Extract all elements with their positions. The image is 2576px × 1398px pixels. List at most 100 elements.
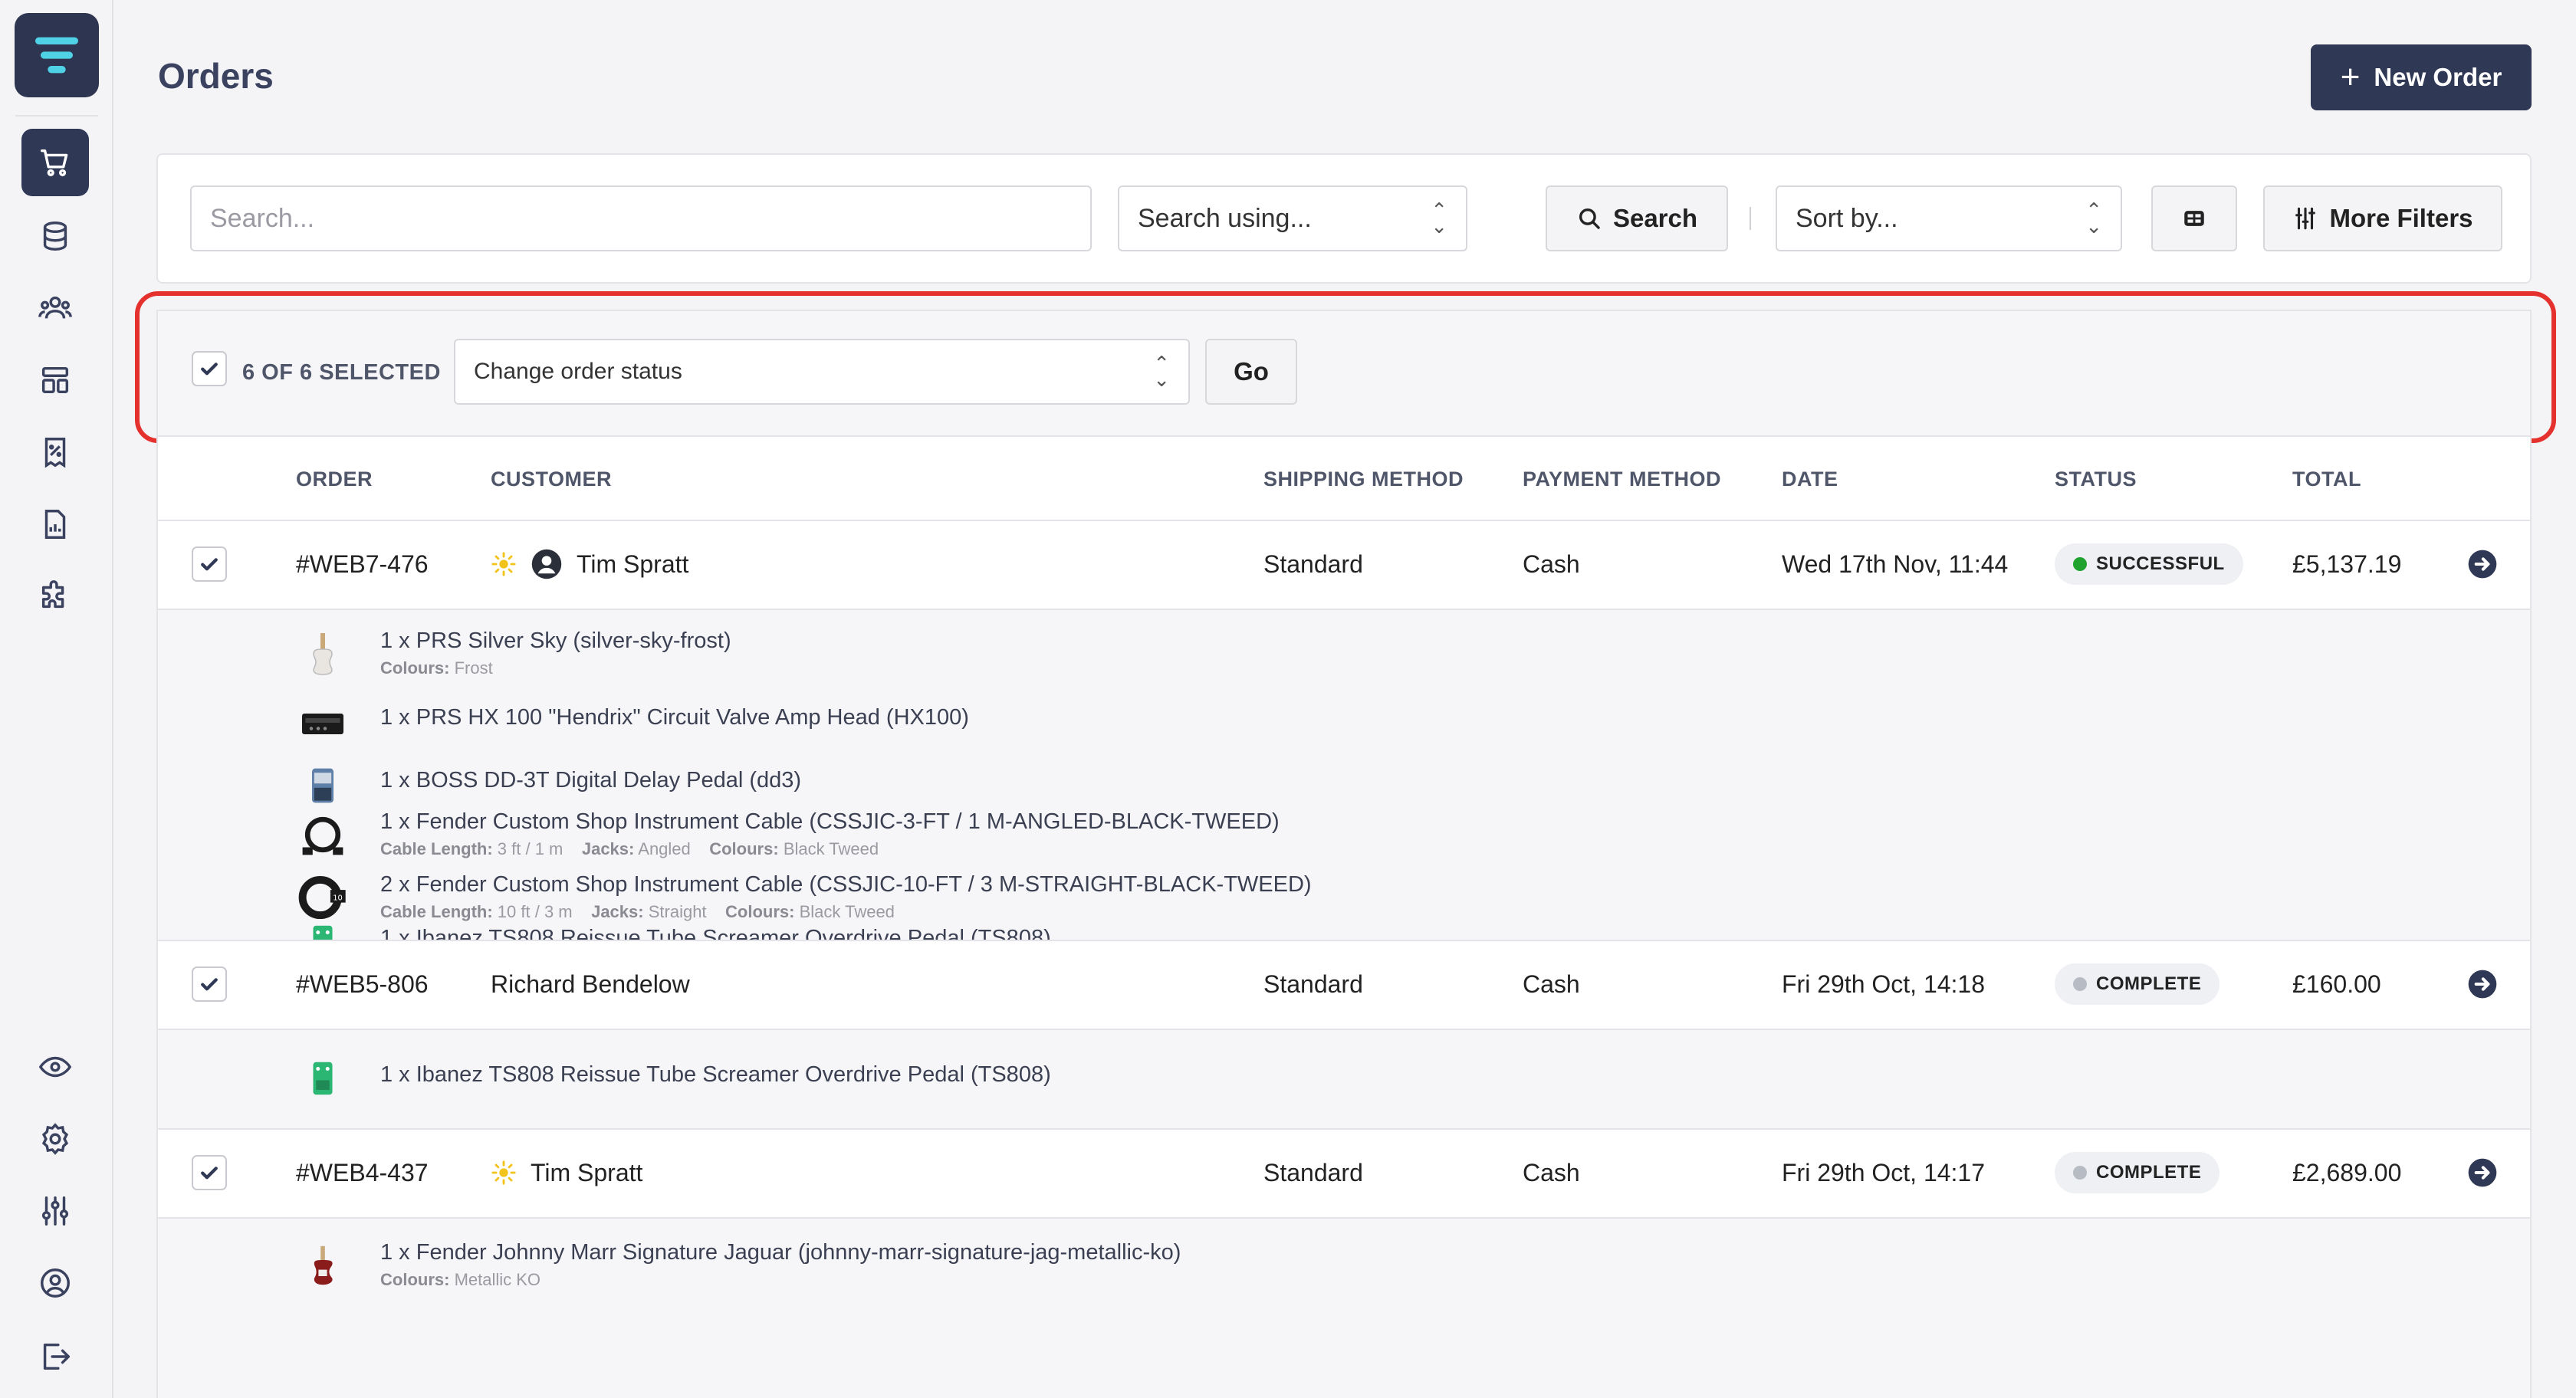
view-order-button[interactable]	[2467, 1130, 2498, 1216]
item-name: 1 x PRS Silver Sky (silver-sky-frost)	[380, 628, 731, 653]
item-text: 1 x PRS HX 100 "Hendrix" Circuit Valve A…	[380, 705, 969, 730]
user-circle-icon	[41, 1268, 70, 1298]
order-items-list: 1 x Fender Johnny Marr Signature Jaguar …	[158, 1219, 2530, 1398]
sidebar-item-orders[interactable]	[21, 129, 89, 196]
order-ref[interactable]: #WEB4-437	[296, 1130, 429, 1216]
bulk-action-select[interactable]: Change order status ⌃ ⌄	[454, 339, 1190, 405]
sidebar-divider	[15, 115, 98, 116]
customer-name[interactable]: Richard Bendelow	[491, 941, 690, 1027]
check-icon	[201, 363, 218, 376]
column-header-date[interactable]: DATE	[1782, 468, 1838, 491]
item-text: 1 x BOSS DD-3T Digital Delay Pedal (dd3)	[380, 768, 801, 793]
item-options: Colours: Metallic KO	[380, 1270, 541, 1289]
sidebar-item-logout[interactable]	[21, 1323, 89, 1390]
payment-method: Cash	[1523, 970, 1580, 998]
select-all-checkbox[interactable]	[192, 351, 227, 386]
sun-icon	[491, 1160, 516, 1185]
customer-name: Tim Spratt	[577, 550, 689, 578]
column-header-payment[interactable]: PAYMENT METHOD	[1523, 468, 1721, 491]
view-order-button[interactable]	[2467, 941, 2498, 1027]
status-cell: COMPLETE	[2055, 941, 2220, 1027]
sidebar-item-discounts[interactable]	[21, 418, 89, 486]
selection-count: 6 OF 6 SELECTED	[242, 360, 441, 385]
item-options: Cable Length: 10 ft / 3 m Jacks: Straigh…	[380, 902, 895, 921]
item-text: 1 x Ibanez TS808 Reissue Tube Screamer O…	[380, 1062, 1051, 1088]
sidebar-item-customers[interactable]	[21, 274, 89, 342]
order-ref[interactable]: #WEB7-476	[296, 521, 429, 607]
orders-table: ORDER CUSTOMER SHIPPING METHOD PAYMENT M…	[156, 437, 2532, 1398]
filter-panel: Search using... ⌃⌄ Search Sort by... ⌃⌄ …	[156, 153, 2532, 284]
search-using-select[interactable]: Search using... ⌃ ⌄	[1118, 185, 1467, 251]
customer-cell[interactable]: Tim Spratt	[491, 521, 688, 607]
product-thumbnail	[294, 809, 351, 860]
eye-icon	[38, 1056, 72, 1078]
column-header-status[interactable]: STATUS	[2055, 468, 2137, 491]
plus-icon: +	[2340, 58, 2361, 96]
row-checkbox[interactable]	[192, 546, 227, 582]
status-label: COMPLETE	[2096, 1162, 2202, 1183]
customer-name: Tim Spratt	[531, 1158, 643, 1186]
column-header-customer[interactable]: CUSTOMER	[491, 468, 612, 491]
item-name: 1 x Ibanez TS808 Reissue Tube Screamer O…	[380, 1062, 1051, 1087]
search-button-label: Search	[1612, 204, 1698, 232]
item-options: Colours: Frost	[380, 658, 493, 678]
users-icon	[38, 296, 72, 319]
product-thumbnail	[294, 697, 351, 748]
table-icon	[2184, 211, 2204, 226]
search-using-value: Search using...	[1138, 203, 1312, 233]
payment-method: Cash	[1523, 550, 1580, 578]
arrow-right-circle-icon	[2468, 550, 2497, 579]
table-row[interactable]: #WEB4-437 Tim Spratt Standard Cash Fri 2…	[158, 1130, 2530, 1216]
sidebar-item-view-store[interactable]	[21, 1033, 89, 1101]
sidebar-item-account[interactable]	[21, 1249, 89, 1317]
item-text: 2 x Fender Custom Shop Instrument Cable …	[380, 872, 1312, 922]
database-icon	[43, 222, 67, 251]
sidebar-item-plugins[interactable]	[21, 563, 89, 630]
search-input[interactable]	[190, 185, 1092, 251]
order-total: £5,137.19	[2292, 550, 2402, 578]
item-name: 1 x BOSS DD-3T Digital Delay Pedal (dd3)	[380, 768, 802, 793]
customer-cell[interactable]: Tim Spratt	[491, 1130, 642, 1216]
product-thumbnail	[294, 1053, 351, 1104]
sidebar-item-preferences[interactable]	[21, 1177, 89, 1245]
layout-icon	[41, 366, 69, 394]
table-row[interactable]: #WEB7-476 Tim Spratt Standard Cash Wed 1…	[158, 521, 2530, 607]
status-label: SUCCESSFUL	[2096, 553, 2225, 574]
go-button[interactable]: Go	[1205, 339, 1297, 405]
item-options: Cable Length: 3 ft / 1 m Jacks: Angled C…	[380, 839, 879, 858]
table-row[interactable]: #WEB5-806 Richard Bendelow Standard Cash…	[158, 941, 2530, 1027]
sidebar-item-reports[interactable]	[21, 491, 89, 558]
item-name: 2 x Fender Custom Shop Instrument Cable …	[380, 872, 1312, 897]
sidebar-item-layouts[interactable]	[21, 346, 89, 414]
new-order-button[interactable]: + New Order	[2311, 44, 2532, 110]
product-thumbnail	[294, 1240, 351, 1291]
order-items-list: 1 x Ibanez TS808 Reissue Tube Screamer O…	[158, 1030, 2530, 1128]
gear-icon	[41, 1123, 69, 1155]
shipping-method: Standard	[1263, 1158, 1363, 1186]
item-name: 1 x Fender Johnny Marr Signature Jaguar …	[380, 1240, 1181, 1265]
shipping-method: Standard	[1263, 970, 1363, 998]
item-text: 1 x Fender Johnny Marr Signature Jaguar …	[380, 1240, 1181, 1290]
column-header-shipping[interactable]: SHIPPING METHOD	[1263, 468, 1464, 491]
new-order-label: New Order	[2374, 63, 2502, 91]
toggle-columns-button[interactable]	[2151, 185, 2237, 251]
filter-divider	[1750, 207, 1751, 230]
column-header-total[interactable]: TOTAL	[2292, 468, 2361, 491]
column-header-order[interactable]: ORDER	[296, 468, 373, 491]
view-order-button[interactable]	[2467, 521, 2498, 607]
more-filters-button[interactable]: More Filters	[2263, 185, 2502, 251]
row-checkbox[interactable]	[192, 966, 227, 1002]
order-date: Wed 17th Nov, 11:44	[1782, 550, 2009, 578]
item-name: 1 x PRS HX 100 "Hendrix" Circuit Valve A…	[380, 705, 969, 730]
logo[interactable]	[15, 13, 99, 97]
chevron-up-down-icon: ⌃ ⌄	[1431, 199, 1447, 238]
sort-by-select[interactable]: Sort by... ⌃ ⌄	[1776, 185, 2122, 251]
search-button[interactable]: Search	[1546, 185, 1728, 251]
check-icon	[201, 558, 218, 571]
row-checkbox[interactable]	[192, 1155, 227, 1190]
sidebar-item-settings[interactable]	[21, 1105, 89, 1173]
order-ref[interactable]: #WEB5-806	[296, 941, 429, 1027]
sidebar-item-products[interactable]	[21, 202, 89, 270]
status-cell: SUCCESSFUL	[2055, 521, 2243, 607]
chevron-up-down-icon: ⌃ ⌄	[1153, 352, 1170, 391]
